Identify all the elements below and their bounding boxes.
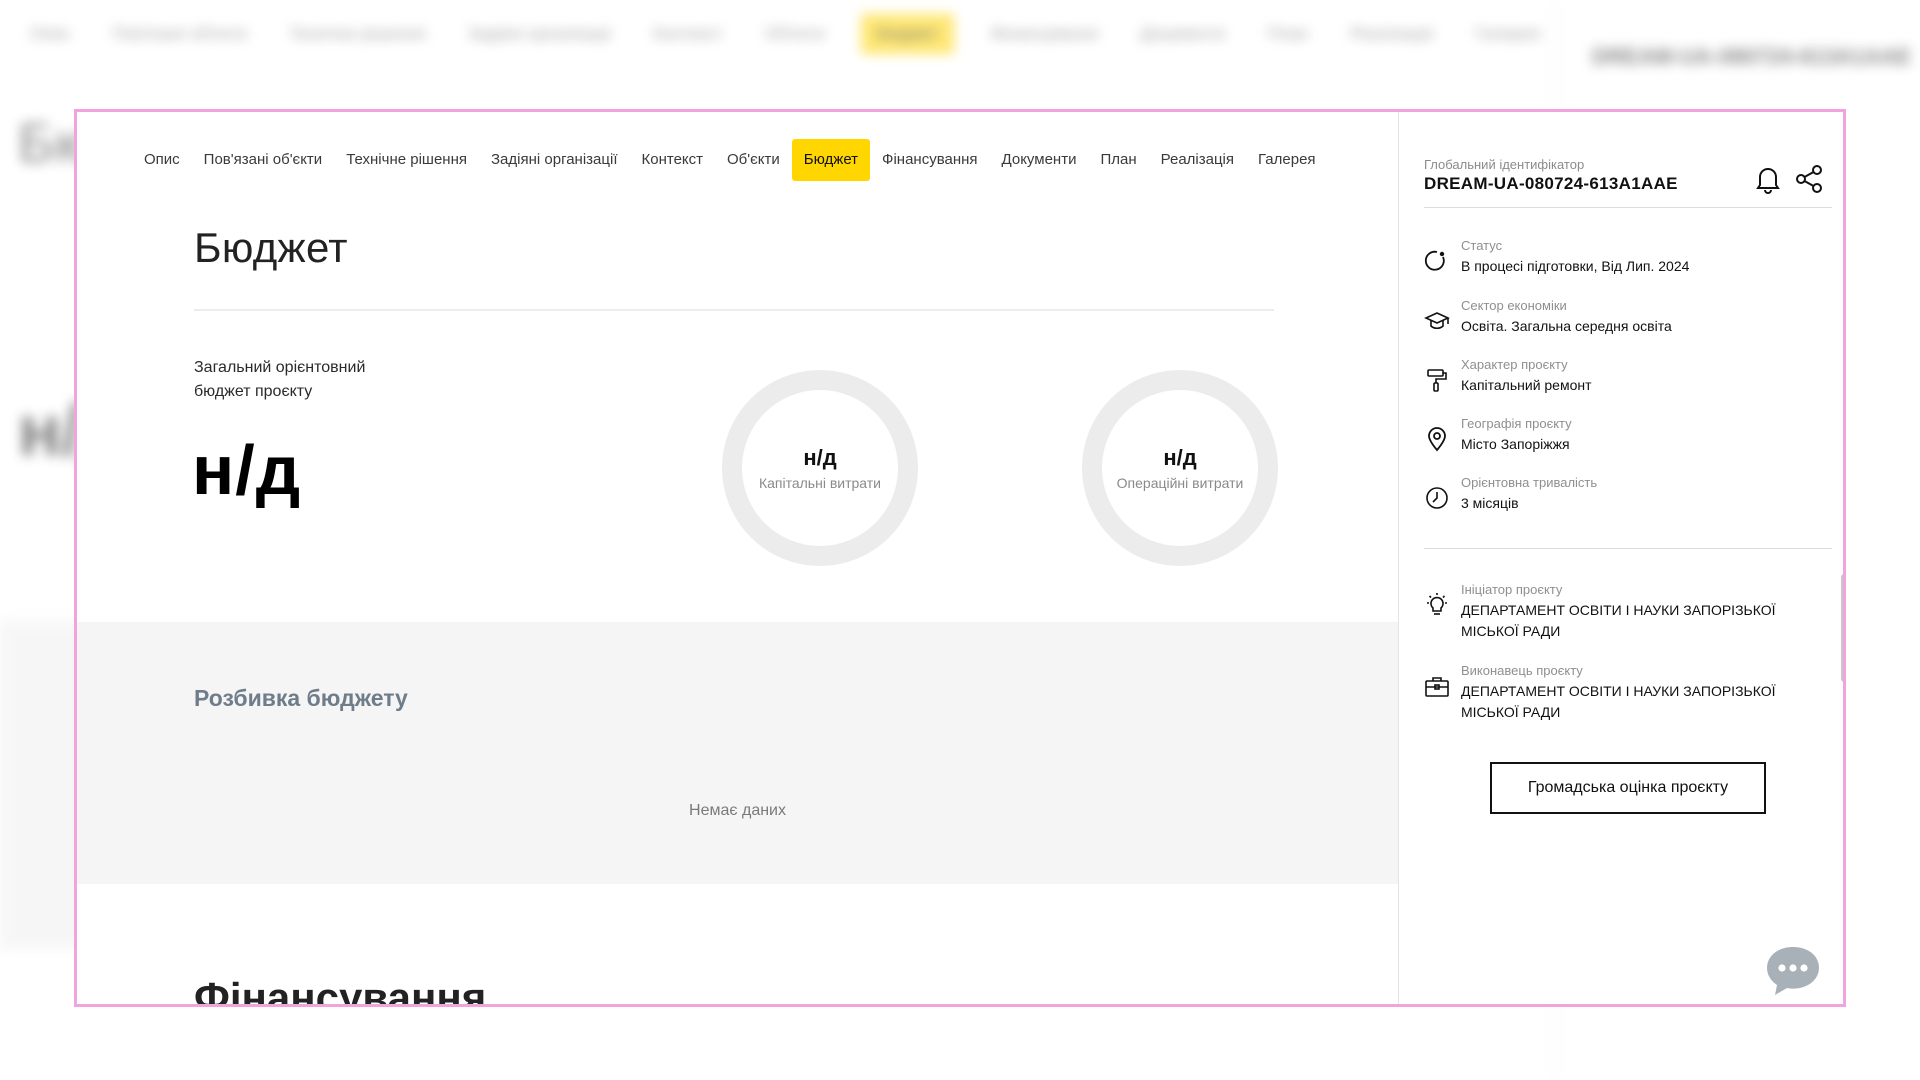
capital-expenses-ring: н/д Капітальні витрати: [722, 370, 918, 566]
status-icon: [1424, 250, 1445, 271]
operational-expenses-label: Операційні витрати: [1116, 475, 1244, 491]
tab-organizations[interactable]: Задіяні організації: [479, 139, 630, 181]
bell-icon[interactable]: [1754, 164, 1782, 194]
sidebar-scrollbar[interactable]: [1841, 574, 1843, 682]
bg-tab: Задіяні організації: [467, 24, 612, 43]
bg-global-id: DREAM-UA-080724-613A1AAE: [1592, 44, 1912, 69]
project-type-label: Характер проєкту: [1461, 357, 1568, 372]
tab-context[interactable]: Контекст: [630, 139, 716, 181]
briefcase-icon: [1425, 677, 1449, 697]
operational-expenses-ring: н/д Операційні витрати: [1082, 370, 1278, 566]
bg-tab: Контекст: [653, 24, 723, 43]
sector-value: Освіта. Загальна середня освіта: [1461, 318, 1672, 334]
section-tabs: Опис Пов'язані об'єкти Технічне рішення …: [132, 139, 1328, 181]
global-id-value[interactable]: DREAM-UA-080724-613A1AAE: [1424, 174, 1678, 194]
bg-tab: Опис: [30, 24, 71, 43]
financing-section-title: Фінансування: [194, 974, 487, 1007]
operational-expenses-value: н/д: [1163, 445, 1197, 470]
bg-tab: Технічне рішення: [288, 24, 426, 43]
status-value: В процесі підготовки, Від Лип. 2024: [1461, 258, 1690, 274]
main-content: Опис Пов'язані об'єкти Технічне рішення …: [77, 112, 1398, 1004]
total-budget-value: н/д: [192, 431, 302, 509]
lightbulb-icon: [1427, 593, 1447, 615]
duration-value: 3 місяців: [1461, 495, 1519, 511]
duration-label: Орієнтовна тривалість: [1461, 475, 1598, 490]
capital-expenses-value: н/д: [803, 445, 837, 470]
executor-label: Виконавець проєкту: [1461, 663, 1583, 678]
clock-icon: [1426, 487, 1448, 509]
tab-financing[interactable]: Фінансування: [870, 139, 989, 181]
geography-value: Місто Запоріжжя: [1461, 436, 1570, 452]
share-icon[interactable]: [1794, 164, 1824, 194]
title-divider: [194, 309, 1274, 311]
sector-label: Сектор економіки: [1461, 298, 1567, 313]
public-evaluation-button[interactable]: Громадська оцінка проєкту: [1490, 762, 1766, 814]
no-data-message: Немає даних: [689, 802, 786, 819]
tab-gallery[interactable]: Галерея: [1246, 139, 1328, 181]
bg-tab: Галерея: [1475, 24, 1541, 43]
global-id-label: Глобальний ідентифікатор: [1424, 157, 1585, 172]
bg-tab: Пов'язані об'єкти: [112, 24, 247, 43]
status-label: Статус: [1461, 238, 1503, 253]
tab-description[interactable]: Опис: [132, 139, 192, 181]
tab-implementation[interactable]: Реалізація: [1149, 139, 1246, 181]
total-budget-label: Загальний орієнтовний бюджет проєкту: [194, 359, 366, 400]
initiator-value: ДЕПАРТАМЕНТ ОСВІТИ І НАУКИ ЗАПОРІЗЬКОЇ М…: [1461, 602, 1776, 639]
chat-icon[interactable]: [1765, 944, 1821, 998]
tab-plan[interactable]: План: [1088, 139, 1148, 181]
location-pin-icon: [1428, 427, 1446, 452]
tab-objects[interactable]: Об'єкти: [715, 139, 792, 181]
geography-label: Географія проєкту: [1461, 416, 1572, 431]
bg-tab: Об'єкти: [764, 24, 825, 43]
tab-budget[interactable]: Бюджет: [791, 139, 871, 181]
project-sidebar: Глобальний ідентифікатор DREAM-UA-080724…: [1398, 112, 1843, 1004]
sidebar-divider-middle: [1424, 548, 1832, 549]
capital-expenses-label: Капітальні витрати: [758, 475, 882, 491]
bg-tab-active: Бюджет: [860, 14, 955, 54]
project-card: Опис Пов'язані об'єкти Технічне рішення …: [74, 109, 1846, 1007]
background-tabs: Опис Пов'язані об'єкти Технічне рішення …: [24, 14, 1547, 54]
graduation-cap-icon: [1424, 312, 1450, 330]
tab-related-objects[interactable]: Пов'язані об'єкти: [192, 139, 335, 181]
budget-breakdown-title: Розбивка бюджету: [194, 685, 408, 711]
executor-value: ДЕПАРТАМЕНТ ОСВІТИ І НАУКИ ЗАПОРІЗЬКОЇ М…: [1461, 683, 1776, 720]
bg-tab: Документи: [1140, 24, 1226, 43]
budget-breakdown-panel: Розбивка бюджету Немає даних: [77, 622, 1398, 884]
bg-tab: Фінансування: [990, 24, 1099, 43]
tab-documents[interactable]: Документи: [990, 139, 1089, 181]
sidebar-divider-top: [1424, 207, 1832, 208]
tab-technical-solution[interactable]: Технічне рішення: [334, 139, 479, 181]
initiator-label: Ініціатор проєкту: [1461, 582, 1563, 597]
project-type-value: Капітальний ремонт: [1461, 377, 1592, 393]
page-title: Бюджет: [194, 224, 348, 271]
paint-roller-icon: [1427, 369, 1447, 392]
bg-tab: Реалізація: [1350, 24, 1434, 43]
bg-tab: План: [1267, 24, 1309, 43]
